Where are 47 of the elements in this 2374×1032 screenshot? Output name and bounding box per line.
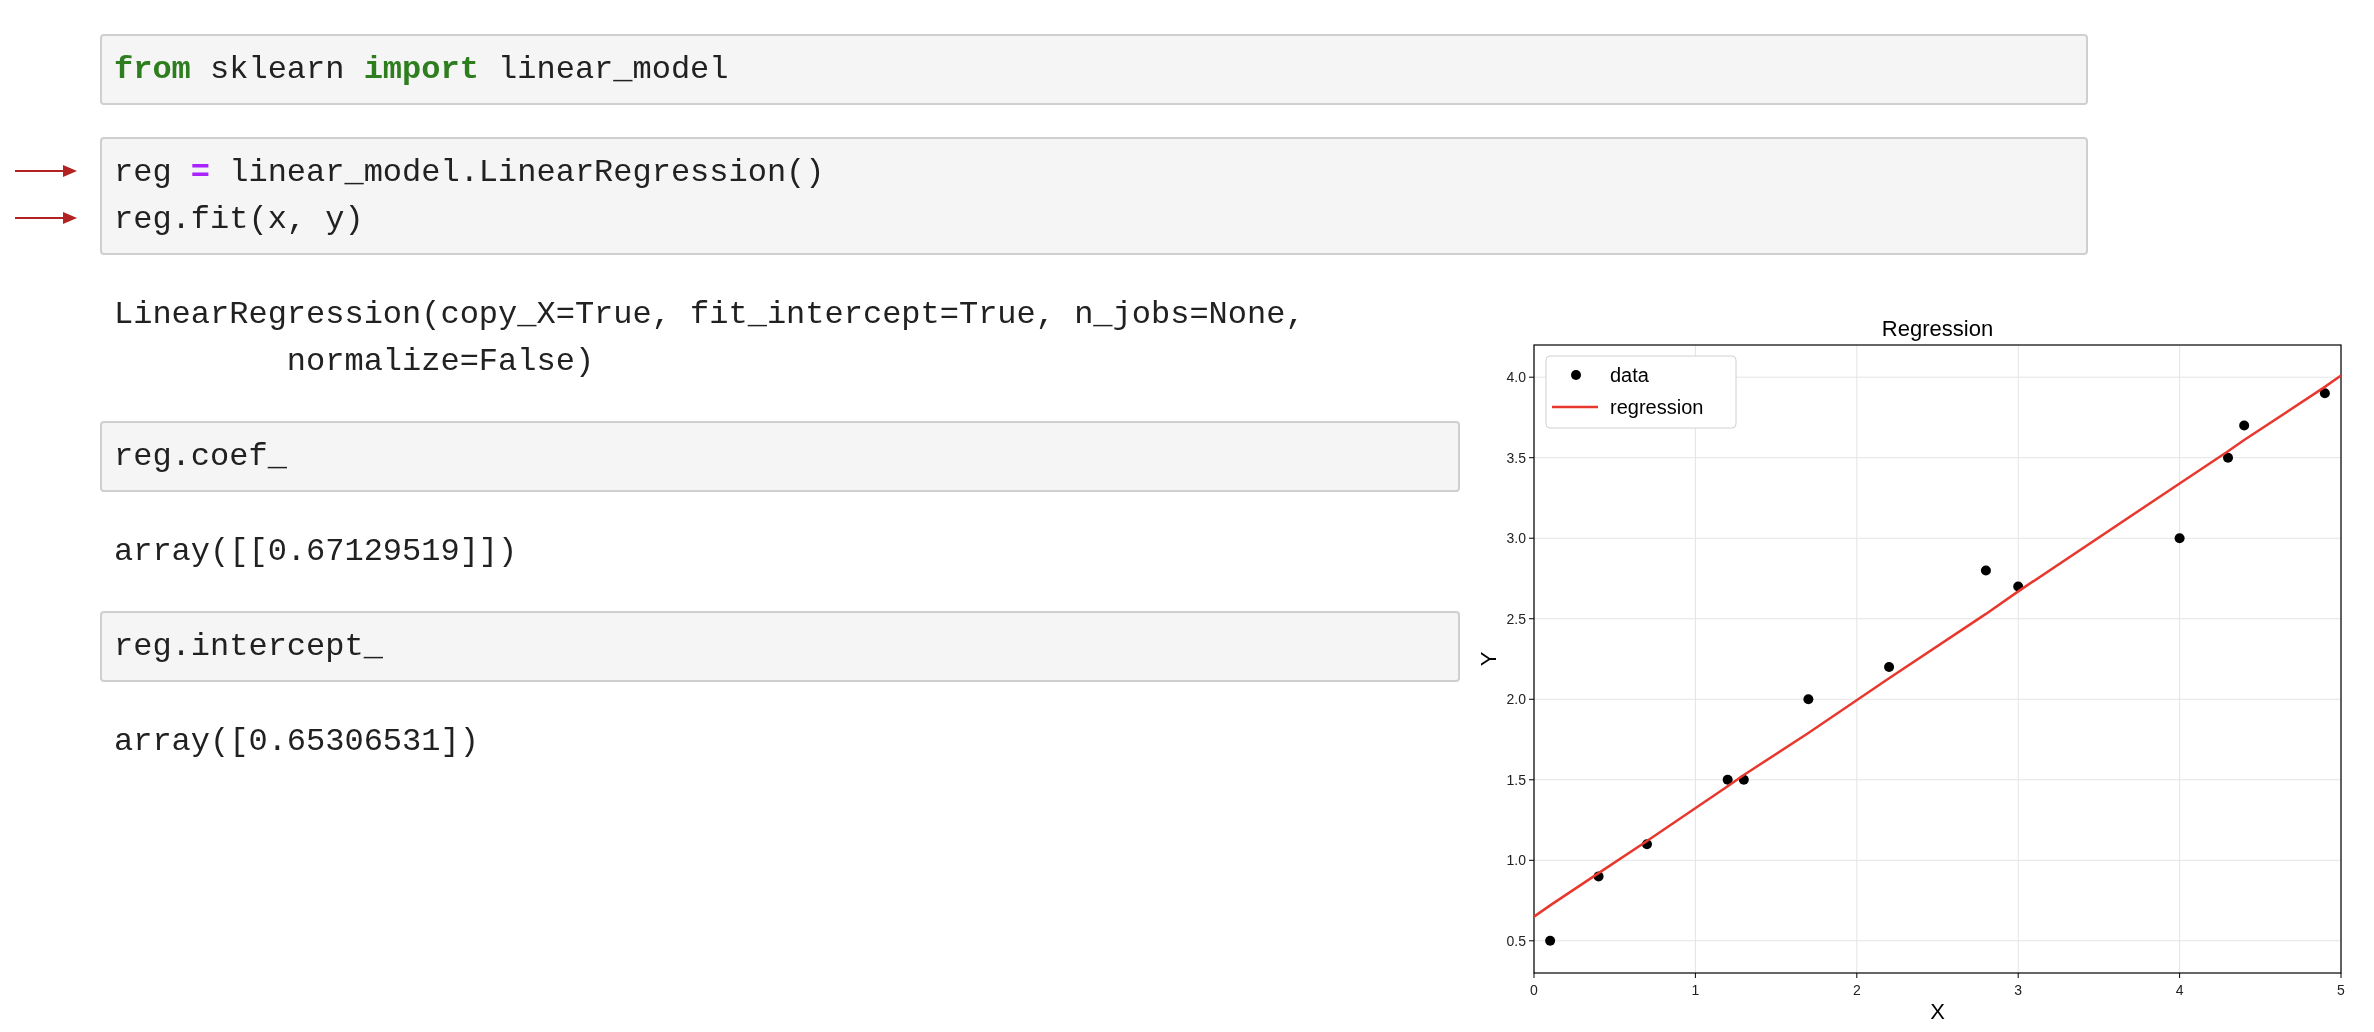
data-point — [2174, 533, 2185, 544]
x-tick-label: 1 — [1691, 982, 1700, 998]
output-text: array([0.65306531]) — [114, 722, 479, 762]
data-point — [1803, 694, 1814, 705]
y-tick-label: 1.5 — [1506, 771, 1526, 788]
code-cell[interactable]: reg.intercept_ — [100, 611, 1460, 682]
data-point — [2319, 388, 2330, 399]
x-tick-label: 0 — [1530, 982, 1538, 998]
legend-label: regression — [1610, 396, 1704, 418]
y-tick-label: 3.5 — [1506, 449, 1526, 466]
output-text: LinearRegression(copy_X=True, fit_intercept=True, n_jobs=None, — [114, 295, 1305, 335]
code-line: reg = linear_model.LinearRegression() — [114, 153, 825, 193]
x-tick-label: 3 — [2014, 982, 2023, 998]
data-point — [2223, 452, 2233, 463]
code-line: reg.intercept_ — [114, 627, 383, 667]
chart-title: Regression — [1881, 316, 1994, 341]
x-tick-label: 2 — [1852, 982, 1861, 998]
code-cell[interactable]: reg.coef_ — [100, 421, 1460, 492]
data-point — [1722, 774, 1733, 785]
data-point — [1593, 871, 1604, 882]
y-tick-label: 2.0 — [1506, 691, 1526, 708]
data-point — [1738, 774, 1749, 785]
y-tick-label: 0.5 — [1506, 932, 1526, 949]
code-line: reg.coef_ — [114, 437, 287, 477]
output-text: array([[0.67129519]]) — [114, 532, 518, 572]
legend-label: data — [1610, 364, 1649, 386]
x-tick-label: 4 — [2175, 982, 2184, 998]
y-axis-label: Y — [1476, 651, 1501, 667]
data-point — [2013, 581, 2024, 592]
code-cell[interactable]: from sklearn import linear_model — [100, 34, 2088, 105]
code-line: reg.fit(x, y) — [114, 200, 364, 240]
data-point — [1980, 565, 1991, 576]
y-tick-label: 2.5 — [1506, 610, 1526, 627]
code-cell[interactable]: reg = linear_model.LinearRegression() reg.fit(x, y) — [100, 137, 2088, 255]
x-axis-label: X — [1930, 999, 1945, 1024]
data-point — [2239, 420, 2250, 431]
data-point — [1545, 935, 1556, 946]
code-line: from sklearn import linear_model — [114, 50, 729, 90]
output-text: normalize=False) — [285, 342, 595, 382]
y-tick-label: 3.0 — [1506, 530, 1526, 547]
legend-dot-icon — [1571, 370, 1581, 380]
y-tick-label: 1.0 — [1506, 852, 1526, 869]
data-point — [1642, 839, 1652, 850]
data-point — [1884, 662, 1895, 673]
x-tick-label: 5 — [2337, 982, 2345, 998]
legend-line-icon — [1552, 405, 1598, 409]
y-tick-label: 4.0 — [1506, 369, 1526, 386]
